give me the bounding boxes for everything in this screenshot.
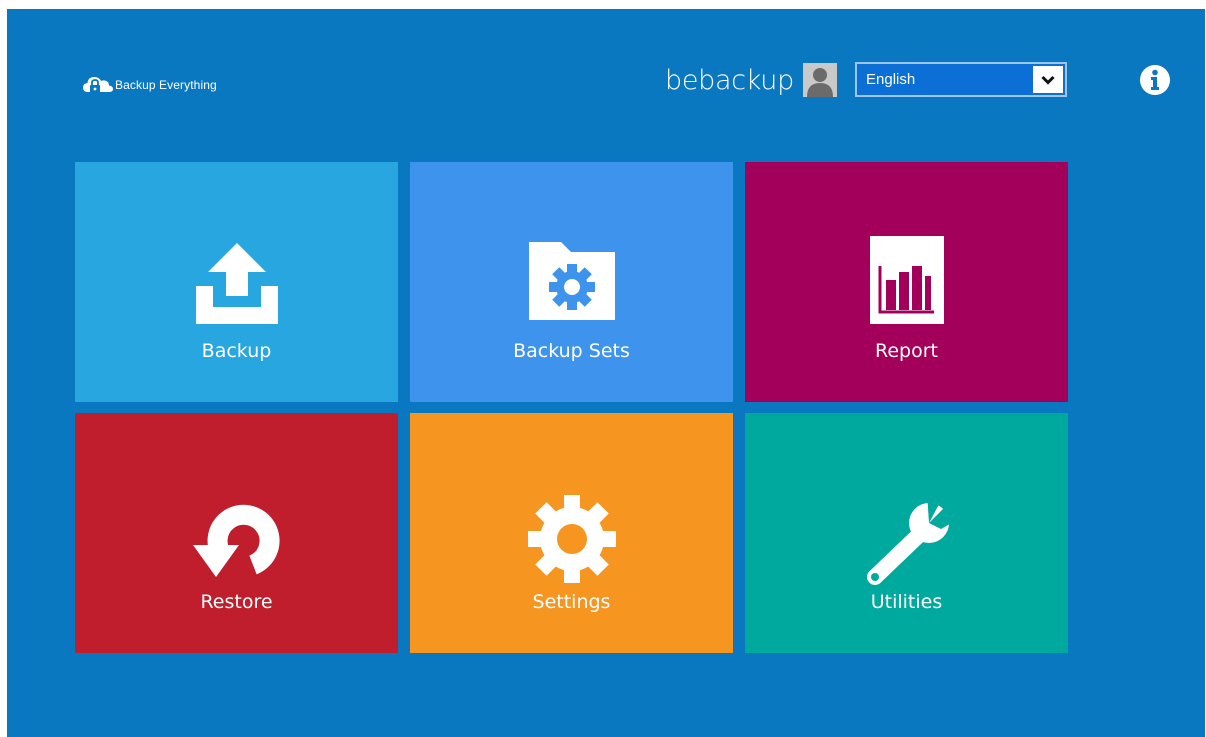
tile-report[interactable]: Report bbox=[745, 162, 1068, 402]
tile-label: Settings bbox=[532, 591, 611, 613]
brand-logo: Backup Everything bbox=[83, 73, 217, 97]
tile-label: Backup Sets bbox=[513, 340, 630, 362]
brand-name: Backup Everything bbox=[115, 78, 217, 92]
avatar[interactable] bbox=[803, 63, 837, 97]
tile-settings[interactable]: Settings bbox=[410, 413, 733, 653]
tile-utilities[interactable]: Utilities bbox=[745, 413, 1068, 653]
chevron-down-icon[interactable] bbox=[1033, 66, 1063, 93]
undo-icon bbox=[75, 497, 398, 587]
folder-gear-icon bbox=[410, 240, 733, 330]
tile-label: Restore bbox=[200, 591, 273, 613]
wrench-icon bbox=[745, 493, 1068, 585]
gear-icon bbox=[410, 493, 733, 583]
tile-restore[interactable]: Restore bbox=[75, 413, 398, 653]
tile-label: Utilities bbox=[870, 591, 943, 613]
upload-icon bbox=[75, 240, 398, 330]
tile-label: Report bbox=[875, 340, 938, 362]
username-label: bebackup bbox=[665, 65, 794, 96]
tile-backup[interactable]: Backup bbox=[75, 162, 398, 402]
cloud-lock-icon bbox=[83, 77, 113, 93]
bar-chart-icon bbox=[745, 236, 1068, 326]
user-icon bbox=[803, 63, 837, 97]
language-select[interactable]: English bbox=[855, 62, 1067, 97]
tile-label: Backup bbox=[201, 340, 272, 362]
language-selected-value: English bbox=[866, 71, 916, 88]
app-window: Backup Everything bebackup English Backu… bbox=[7, 9, 1205, 737]
tile-backup-sets[interactable]: Backup Sets bbox=[410, 162, 733, 402]
info-icon[interactable] bbox=[1139, 64, 1171, 96]
